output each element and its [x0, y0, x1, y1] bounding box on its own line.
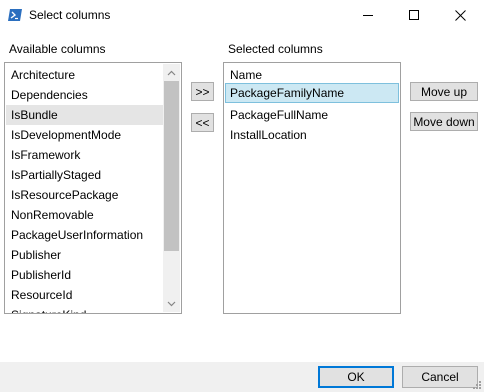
powershell-icon [8, 9, 22, 21]
scroll-thumb[interactable] [164, 81, 179, 251]
list-item[interactable]: NonRemovable [6, 205, 164, 225]
cancel-button[interactable]: Cancel [402, 366, 478, 388]
select-columns-dialog: Select columns Available columns Archite… [0, 0, 484, 392]
title-bar: Select columns [0, 0, 484, 30]
list-item[interactable]: IsDevelopmentMode [6, 125, 164, 145]
minimize-button[interactable] [346, 0, 390, 30]
close-button[interactable] [438, 0, 482, 30]
list-item[interactable]: PackageFullName [225, 105, 399, 125]
list-item[interactable]: IsResourcePackage [6, 185, 164, 205]
remove-column-button[interactable]: << [191, 113, 214, 132]
list-item[interactable]: Publisher [6, 245, 164, 265]
dialog-footer: OK Cancel [0, 362, 484, 392]
resize-grip-icon[interactable] [472, 380, 482, 390]
list-item[interactable]: PackageUserInformation [6, 225, 164, 245]
selected-columns-list[interactable]: Name PackageFamilyName PackageFullName I… [223, 62, 401, 314]
list-item[interactable]: Architecture [6, 65, 164, 85]
maximize-button[interactable] [392, 0, 436, 30]
scroll-up-arrow[interactable] [163, 64, 180, 81]
available-columns-label: Available columns [9, 42, 106, 56]
list-item[interactable]: SignatureKind [6, 305, 164, 313]
selected-columns-label: Selected columns [228, 42, 323, 56]
list-item-selected[interactable]: PackageFamilyName [225, 83, 399, 103]
list-item[interactable]: Dependencies [6, 85, 164, 105]
chevron-down-icon [167, 301, 176, 306]
scroll-down-arrow[interactable] [163, 295, 180, 312]
list-item[interactable]: PublisherId [6, 265, 164, 285]
list-item[interactable]: InstallLocation [225, 125, 399, 145]
ok-button[interactable]: OK [318, 366, 394, 388]
minimize-icon [363, 15, 373, 16]
vertical-scrollbar[interactable] [163, 64, 180, 312]
list-item-selected[interactable]: IsBundle [6, 105, 164, 125]
close-icon [454, 9, 466, 21]
move-up-button[interactable]: Move up [410, 82, 478, 101]
move-down-button[interactable]: Move down [410, 112, 478, 131]
add-column-button[interactable]: >> [191, 82, 214, 101]
maximize-icon [409, 10, 419, 20]
list-item[interactable]: Name [225, 65, 399, 85]
window-title: Select columns [29, 8, 111, 22]
list-item[interactable]: ResourceId [6, 285, 164, 305]
chevron-up-icon [167, 70, 176, 75]
list-item[interactable]: IsFramework [6, 145, 164, 165]
available-columns-list[interactable]: Architecture Dependencies IsBundle IsDev… [4, 62, 182, 314]
list-item[interactable]: IsPartiallyStaged [6, 165, 164, 185]
